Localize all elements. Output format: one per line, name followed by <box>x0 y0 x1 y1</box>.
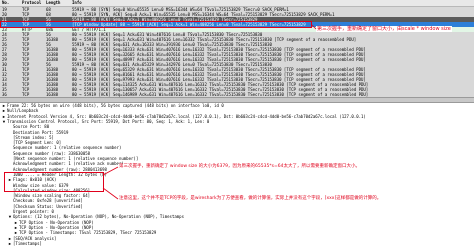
detail-text: Window size value: 6379 <box>13 182 69 188</box>
detail-row[interactable]: [Stream index: 5] <box>0 135 474 140</box>
detail-text: Destination Port: 55919 <box>13 129 69 135</box>
detail-text: [Stream index: 5] <box>13 134 54 140</box>
detail-text: TCP Option - No-Operation (NOP) <box>19 224 94 230</box>
detail-row[interactable]: Destination Port: 55919 <box>0 130 474 135</box>
expand-closed-icon[interactable]: ▶ <box>2 103 6 108</box>
annotation-mid: 第三次握手，重新确定了 window size 的大小为6379，因为原来的65… <box>118 164 361 170</box>
detail-text: [Checksum Status: Unverified] <box>13 203 83 209</box>
detail-row[interactable]: [Next sequence number: 1 (relative seque… <box>0 156 474 161</box>
detail-text: TCP Option - Timestamps: TSval 725153829… <box>19 230 157 236</box>
expand-closed-icon[interactable]: ▶ <box>8 177 12 182</box>
detail-text: [Window size scaling factor: 64] <box>13 193 91 199</box>
detail-row[interactable]: ▶ [SEQ/ACK analysis] <box>0 236 474 241</box>
annotation-bottom: 注意这里，这个并不是TCP的字段，是wireshark为了方便查看，做的计算值，… <box>118 196 383 202</box>
detail-text: [Timestamps] <box>13 240 42 246</box>
detail-row[interactable]: 1000 .... = Header Length: 32 bytes (8) <box>0 172 474 177</box>
detail-text: Checksum: 0xfe28 [unverified] <box>13 198 83 204</box>
expand-closed-icon[interactable]: ▶ <box>8 236 12 241</box>
detail-text: 1000 .... = Header Length: 32 bytes (8) <box>13 171 107 177</box>
expand-open-icon[interactable]: ▼ <box>2 119 6 124</box>
detail-row[interactable]: ▶ Flags: 0x010 (ACK) <box>0 177 474 182</box>
detail-text: TCP Option - No-Operation (NOP) <box>19 219 94 225</box>
detail-row[interactable]: Urgent pointer: 0 <box>0 209 474 214</box>
column-no-header[interactable]: No. <box>2 0 9 5</box>
detail-text: Urgent pointer: 0 <box>13 209 54 214</box>
detail-text: Source Port: 80 <box>13 124 50 130</box>
detail-text: Sequence number (raw): 338630058 <box>13 150 91 156</box>
detail-text: Frame 22: 56 bytes on wire (448 bits), 5… <box>7 103 224 108</box>
detail-text: Sequence number: 1 (relative sequence nu… <box>13 145 122 151</box>
expand-closed-icon[interactable]: ▶ <box>8 241 12 246</box>
expand-closed-icon[interactable]: ▶ <box>2 114 6 119</box>
detail-row[interactable]: Sequence number: 1 (relative sequence nu… <box>0 145 474 150</box>
annotation-top: 第三次握手，重新确定了窗口大小，由scale * window size <box>316 26 452 32</box>
detail-row[interactable]: ▶ Null/Loopback <box>0 108 474 113</box>
detail-row[interactable]: ▶ Frame 22: 56 bytes on wire (448 bits), … <box>0 103 474 108</box>
detail-text: [Calculated window size: 408256] <box>13 187 91 193</box>
detail-text: [TCP Segment Len: 0] <box>13 140 62 146</box>
detail-text: Acknowledgment number (raw): 2880413698 <box>13 166 107 172</box>
detail-text: Flags: 0x010 (ACK) <box>13 177 57 183</box>
detail-row[interactable]: Window size value: 6379 <box>0 183 474 188</box>
detail-row[interactable]: Source Port: 80 <box>0 124 474 129</box>
detail-row[interactable]: ▼ Transmission Control Protocol, Src Port… <box>0 119 474 124</box>
expand-closed-icon[interactable]: ▶ <box>14 230 18 235</box>
detail-text: Null/Loopback <box>7 108 39 114</box>
detail-text: [SEQ/ACK analysis] <box>13 235 57 241</box>
detail-text: Transmission Control Protocol, Src Port:… <box>7 118 210 124</box>
expand-closed-icon[interactable]: ▶ <box>14 225 18 230</box>
expand-open-icon[interactable]: ▼ <box>8 214 12 219</box>
detail-text: Internet Protocol Version 4, Src: 0b603c… <box>7 113 366 119</box>
expand-closed-icon[interactable]: ▶ <box>14 220 18 225</box>
detail-row[interactable]: ▶ Internet Protocol Version 4, Src: 0b603… <box>0 114 474 119</box>
detail-row[interactable]: [Checksum Status: Unverified] <box>0 204 474 209</box>
detail-row[interactable]: ▶ TCP Option - No-Operation (NOP) <box>0 220 474 225</box>
detail-row[interactable]: [Calculated window size: 408256] <box>0 188 474 193</box>
column-info-header[interactable]: Info <box>72 0 82 5</box>
detail-row[interactable]: [TCP Segment Len: 0] <box>0 140 474 145</box>
detail-row[interactable]: ▶ TCP Option - Timestamps: TSval 72515382… <box>0 230 474 235</box>
packet-list-header: No. Protocol Length Info <box>0 0 474 7</box>
detail-text: Options: (12 bytes), No-Operation (NOP),… <box>13 214 184 220</box>
expand-closed-icon[interactable]: ▶ <box>2 108 6 113</box>
detail-row[interactable]: ▶ TCP Option - No-Operation (NOP) <box>0 225 474 230</box>
detail-row[interactable]: Sequence number (raw): 338630058 <box>0 151 474 156</box>
detail-row[interactable]: ▶ [Timestamps] <box>0 241 474 246</box>
detail-text: Acknowledgment number: 1 (relative ack n… <box>13 161 124 167</box>
column-protocol-header[interactable]: Protocol <box>22 0 41 5</box>
column-length-header[interactable]: Length <box>46 0 60 5</box>
detail-text: [Next sequence number: 1 (relative seque… <box>13 156 139 161</box>
detail-row[interactable]: ▼ Options: (12 bytes), No-Operation (NOP)… <box>0 214 474 219</box>
